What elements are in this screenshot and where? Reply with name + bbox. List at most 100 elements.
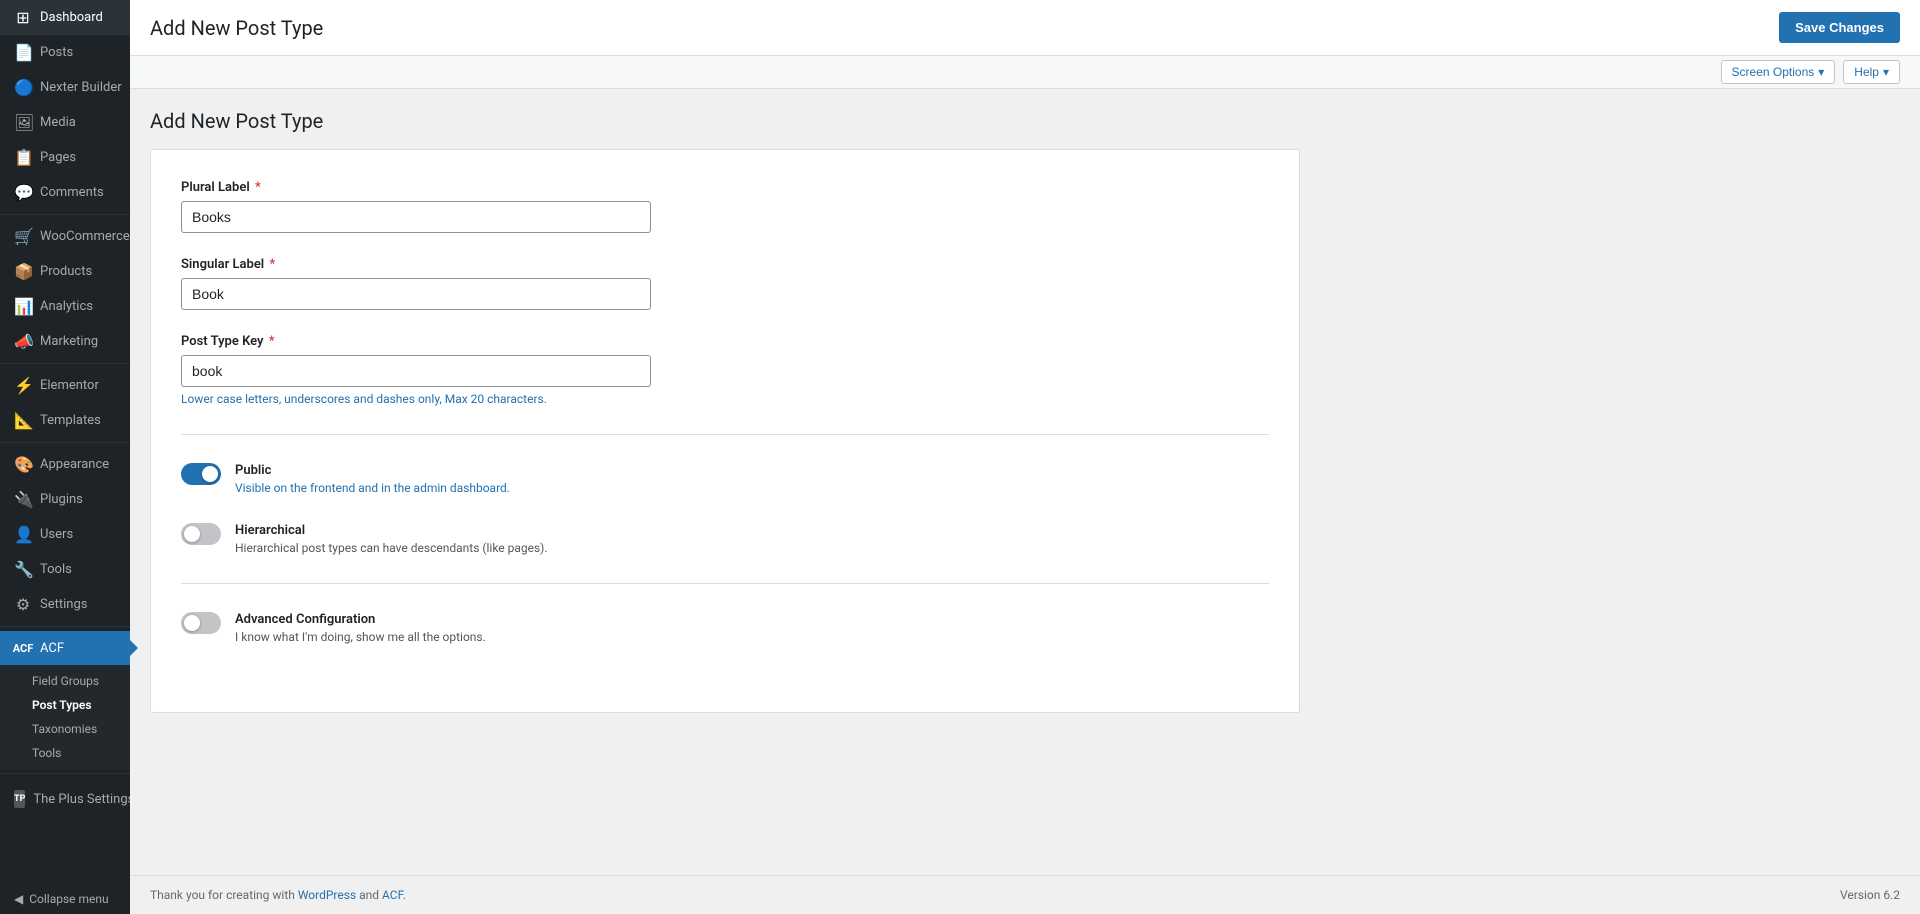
hierarchical-toggle-info: Hierarchical Hierarchical post types can…: [235, 523, 1269, 555]
appearance-icon: 🎨: [14, 455, 32, 474]
sidebar-item-plugins[interactable]: 🔌 Plugins: [0, 482, 130, 517]
public-thumb: [202, 466, 218, 482]
sidebar-item-plus-settings[interactable]: TP The Plus Settings: [0, 782, 130, 816]
sidebar-item-products[interactable]: 📦 Products: [0, 254, 130, 289]
screen-options-bar: Screen Options ▾ Help ▾: [130, 56, 1920, 89]
sidebar-item-label: Comments: [40, 185, 104, 200]
sidebar-item-analytics[interactable]: 📊 Analytics: [0, 289, 130, 324]
wordpress-link[interactable]: WordPress: [298, 888, 356, 902]
sidebar-item-label: Settings: [40, 597, 87, 612]
form-card: Plural Label * Singular Label * Post Typ…: [150, 149, 1300, 713]
post-type-key-group: Post Type Key * Lower case letters, unde…: [181, 334, 1269, 406]
advanced-track: [181, 612, 221, 634]
plural-label-input[interactable]: [181, 201, 651, 233]
advanced-toggle-info: Advanced Configuration I know what I'm d…: [235, 612, 1269, 644]
advanced-toggle-desc: I know what I'm doing, show me all the o…: [235, 630, 1269, 644]
sidebar-item-label: Nexter Builder: [40, 80, 122, 95]
sidebar-item-templates[interactable]: 📐 Templates: [0, 403, 130, 438]
sidebar-item-label: Posts: [40, 45, 73, 60]
main-content: Add New Post Type Save Changes Screen Op…: [130, 0, 1920, 914]
save-changes-button[interactable]: Save Changes: [1779, 12, 1900, 43]
sidebar-item-elementor[interactable]: ⚡ Elementor: [0, 368, 130, 403]
collapse-menu-button[interactable]: ◀ Collapse menu: [0, 884, 130, 914]
screen-options-label: Screen Options: [1732, 65, 1815, 79]
singular-label-required: *: [269, 257, 275, 272]
content-heading: Add New Post Type: [150, 109, 1900, 133]
sidebar-item-media[interactable]: 🖼 Media: [0, 105, 130, 140]
sidebar-item-marketing[interactable]: 📣 Marketing: [0, 324, 130, 359]
sidebar-item-users[interactable]: 👤 Users: [0, 517, 130, 552]
sidebar-item-woocommerce[interactable]: 🛒 WooCommerce: [0, 219, 130, 254]
posts-icon: 📄: [14, 43, 32, 62]
help-label: Help: [1854, 65, 1879, 79]
media-icon: 🖼: [14, 113, 32, 132]
plural-label-label: Plural Label *: [181, 180, 1269, 195]
advanced-toggle-row: Advanced Configuration I know what I'm d…: [181, 612, 1269, 644]
sidebar-item-label: The Plus Settings: [33, 792, 134, 807]
sidebar-item-label: Media: [40, 115, 76, 130]
page-title: Add New Post Type: [150, 16, 323, 40]
content-area: Add New Post Type Plural Label * Singula…: [130, 89, 1920, 875]
sidebar-item-label: Elementor: [40, 378, 99, 393]
footer-thank-you: Thank you for creating with: [150, 888, 298, 902]
sidebar-item-label: Tools: [40, 562, 72, 577]
hierarchical-track: [181, 523, 221, 545]
post-type-key-label: Post Type Key *: [181, 334, 1269, 349]
help-chevron-icon: ▾: [1883, 65, 1889, 79]
sidebar-item-tools[interactable]: 🔧 Tools: [0, 552, 130, 587]
sidebar-item-label: Dashboard: [40, 10, 103, 25]
acf-link[interactable]: ACF: [382, 888, 403, 902]
acf-submenu-post-types[interactable]: Post Types: [0, 693, 130, 717]
public-track: [181, 463, 221, 485]
sidebar-item-label: Pages: [40, 150, 76, 165]
sidebar-item-label: Users: [40, 527, 73, 542]
acf-submenu-field-groups[interactable]: Field Groups: [0, 669, 130, 693]
footer-and: and: [356, 888, 382, 902]
acf-submenu-tools[interactable]: Tools: [0, 741, 130, 765]
sidebar-divider-2: [0, 363, 130, 364]
sidebar-item-posts[interactable]: 📄 Posts: [0, 35, 130, 70]
form-divider-2: [181, 583, 1269, 584]
sidebar-item-pages[interactable]: 📋 Pages: [0, 140, 130, 175]
analytics-icon: 📊: [14, 297, 32, 316]
sidebar-item-label: Templates: [40, 413, 101, 428]
collapse-icon: ◀: [14, 892, 23, 906]
topbar: Add New Post Type Save Changes: [130, 0, 1920, 56]
form-divider-1: [181, 434, 1269, 435]
users-icon: 👤: [14, 525, 32, 544]
public-toggle[interactable]: [181, 463, 221, 485]
singular-label-group: Singular Label *: [181, 257, 1269, 310]
marketing-icon: 📣: [14, 332, 32, 351]
advanced-thumb: [184, 615, 200, 631]
sidebar-item-nexter-builder[interactable]: 🔵 Nexter Builder: [0, 70, 130, 105]
plugins-icon: 🔌: [14, 490, 32, 509]
sidebar-divider-1: [0, 214, 130, 215]
sidebar-item-appearance[interactable]: 🎨 Appearance: [0, 447, 130, 482]
hierarchical-toggle-label: Hierarchical: [235, 523, 1269, 538]
singular-label-input[interactable]: [181, 278, 651, 310]
hierarchical-thumb: [184, 526, 200, 542]
footer: Thank you for creating with WordPress an…: [130, 875, 1920, 914]
help-button[interactable]: Help ▾: [1843, 60, 1900, 84]
advanced-toggle-label: Advanced Configuration: [235, 612, 1269, 627]
screen-options-button[interactable]: Screen Options ▾: [1721, 60, 1836, 84]
footer-text: Thank you for creating with WordPress an…: [150, 888, 406, 902]
sidebar-item-dashboard[interactable]: ⊞ Dashboard: [0, 0, 130, 35]
elementor-icon: ⚡: [14, 376, 32, 395]
sidebar: ⊞ Dashboard 📄 Posts 🔵 Nexter Builder 🖼 M…: [0, 0, 130, 914]
sidebar-item-label: ACF: [40, 641, 64, 656]
sidebar-item-comments[interactable]: 💬 Comments: [0, 175, 130, 210]
nexter-builder-icon: 🔵: [14, 78, 32, 97]
sidebar-item-settings[interactable]: ⚙ Settings: [0, 587, 130, 622]
plus-settings-icon: TP: [14, 790, 25, 808]
sidebar-item-label: Marketing: [40, 334, 98, 349]
footer-period: .: [403, 888, 406, 902]
advanced-toggle[interactable]: [181, 612, 221, 634]
acf-submenu-taxonomies[interactable]: Taxonomies: [0, 717, 130, 741]
hierarchical-toggle[interactable]: [181, 523, 221, 545]
post-type-key-input[interactable]: [181, 355, 651, 387]
public-toggle-row: Public Visible on the frontend and in th…: [181, 463, 1269, 495]
sidebar-item-label: Appearance: [40, 457, 109, 472]
collapse-label: Collapse menu: [29, 892, 108, 906]
sidebar-item-acf[interactable]: ACF ACF: [0, 631, 130, 665]
